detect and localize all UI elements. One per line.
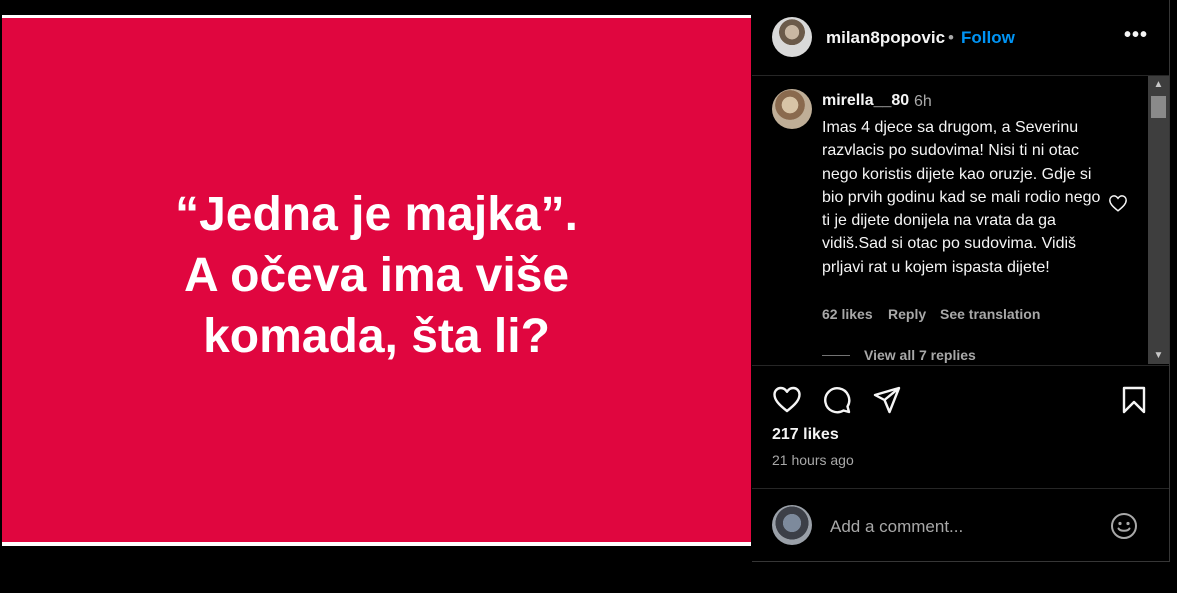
comment-likes[interactable]: 62 likes [822,306,873,322]
comment-text: Imas 4 djece sa drugom, a Severinu razvl… [822,119,1101,276]
separator-dot: • [948,28,954,47]
post-actions [752,365,1169,434]
comment-like-heart-icon[interactable] [1108,194,1128,212]
replies-divider [822,355,850,356]
view-replies-button[interactable]: View all 7 replies [864,347,976,363]
image-border-bottom [2,542,751,546]
comments-scrollbar[interactable]: ▲ ▼ [1148,76,1169,364]
comment-time[interactable]: 6h [914,93,932,111]
heart-icon[interactable] [772,385,802,415]
comment-icon[interactable] [822,385,852,415]
more-options-icon[interactable]: ••• [1124,24,1148,47]
emoji-icon[interactable] [1110,512,1138,540]
reply-button[interactable]: Reply [888,306,926,322]
see-translation-link[interactable]: See translation [940,306,1040,322]
post-quote: “Jedna je majka”. A očeva ima više komad… [2,184,751,367]
post-likes-count[interactable]: 217 likes [772,426,839,444]
post-side-panel: milan8popovic • Follow ••• mirella__80 6… [752,0,1170,562]
scrollbar-thumb[interactable] [1151,96,1166,118]
commenter-avatar[interactable] [772,89,812,129]
scroll-up-arrow-icon[interactable]: ▲ [1148,76,1169,93]
comments-list: mirella__80 6h Imas 4 djece sa drugom, a… [752,76,1148,364]
post-header: milan8popovic • Follow ••• [752,0,1169,76]
bookmark-icon[interactable] [1119,385,1149,415]
follow-button[interactable]: Follow [961,28,1015,48]
comment-composer [752,488,1169,562]
share-icon[interactable] [872,385,902,415]
post-media: “Jedna je majka”. A očeva ima više komad… [0,0,752,562]
quote-line: komada, šta li? [203,310,550,363]
post-timestamp[interactable]: 21 hours ago [772,452,854,468]
add-comment-input[interactable] [828,513,1112,541]
quote-line: “Jedna je majka”. [175,188,578,241]
comment-username[interactable]: mirella__80 [822,92,909,110]
quote-line: A očeva ima više [183,249,570,302]
author-avatar[interactable] [772,17,812,57]
author-username[interactable]: milan8popovic [826,28,945,48]
scroll-down-arrow-icon[interactable]: ▼ [1148,347,1169,364]
current-user-avatar [772,505,812,545]
